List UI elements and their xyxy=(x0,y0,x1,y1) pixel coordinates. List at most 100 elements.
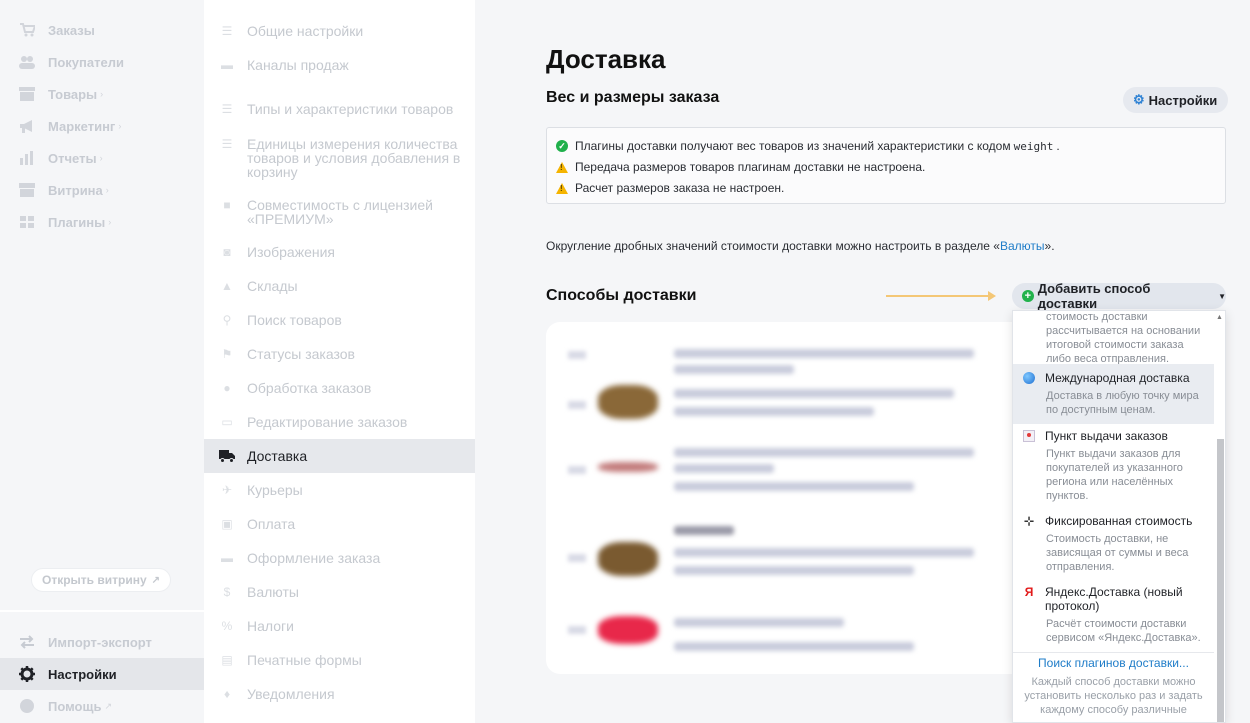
settings-item-product-types[interactable]: ☰ Типы и характеристики товаров xyxy=(204,102,475,116)
nav-label: Заказы xyxy=(48,22,95,38)
list-item[interactable] xyxy=(546,442,1016,502)
blurred-text xyxy=(674,349,974,358)
blurred-text xyxy=(674,464,774,473)
drag-handle-icon[interactable] xyxy=(568,626,586,634)
chevron-right-icon: › xyxy=(105,185,109,195)
percent-icon: % xyxy=(221,619,233,633)
settings-item-payment[interactable]: ▣ Оплата xyxy=(204,517,475,531)
rounding-note: Округление дробных значений стоимости до… xyxy=(546,239,1055,253)
currencies-link[interactable]: Валюты xyxy=(1000,239,1045,253)
cart-icon xyxy=(18,22,36,38)
gear-icon: ⚙ xyxy=(1133,92,1145,107)
chevron-right-icon: › xyxy=(99,153,103,163)
nav-customers[interactable]: Покупатели xyxy=(0,50,204,74)
cart-icon: ▬ xyxy=(221,58,233,72)
dropdown-item-pickup-point[interactable]: Пункт выдачи заказов Пункт выдачи заказо… xyxy=(1013,429,1214,503)
nav-label: Помощь xyxy=(48,698,102,714)
drag-handle-icon[interactable] xyxy=(568,466,586,474)
pointer-arrow xyxy=(886,291,996,301)
external-link-icon: ↗ xyxy=(151,574,161,586)
plus-circle-icon: + xyxy=(1022,290,1034,302)
nav-label: Импорт-экспорт xyxy=(48,634,152,650)
truck-icon xyxy=(219,449,235,463)
method-logo xyxy=(598,385,658,419)
delivery-methods-title: Способы доставки xyxy=(546,287,697,304)
walker-icon: ✈ xyxy=(221,483,233,497)
open-storefront-button[interactable]: Открыть витрину ↗ xyxy=(31,568,172,592)
list-icon: ☰ xyxy=(221,24,233,38)
dropdown-item-yandex[interactable]: Я Яндекс.Доставка (новый протокол) Расчёт… xyxy=(1013,585,1214,645)
dropdown-item-international[interactable]: Международная доставка Доставка в любую … xyxy=(1013,364,1214,424)
blurred-text xyxy=(674,566,914,575)
wallet-icon: ▣ xyxy=(221,517,233,531)
settings-item-order-editing[interactable]: ▭ Редактирование заказов xyxy=(204,415,475,429)
clock-icon: ● xyxy=(223,381,231,395)
settings-item-taxes[interactable]: % Налоги xyxy=(204,619,475,633)
nav-plugins[interactable]: Плагины › xyxy=(0,210,204,234)
cart-icon: ▬ xyxy=(221,551,233,565)
nav-label: Плагины xyxy=(48,214,106,230)
list-item[interactable] xyxy=(546,602,1016,662)
main-sidebar: Заказы Покупатели Товары › Маркетинг › О… xyxy=(0,0,204,723)
settings-item-general[interactable]: ☰ Общие настройки xyxy=(204,24,475,38)
settings-item-product-search[interactable]: ⚲ Поиск товаров xyxy=(204,313,475,327)
weight-code: weight xyxy=(1013,139,1054,153)
dropdown-footer-note: Каждый способ доставки можно установить … xyxy=(1024,676,1203,716)
nav-storefront[interactable]: Витрина › xyxy=(0,178,204,202)
settings-item-currencies[interactable]: $ Валюты xyxy=(204,585,475,599)
list-icon: ☰ xyxy=(221,102,233,116)
weight-section-title: Вес и размеры заказа xyxy=(546,89,720,106)
delivery-methods-list xyxy=(546,322,1016,674)
settings-item-order-statuses[interactable]: ⚑ Статусы заказов xyxy=(204,347,475,361)
dropdown-scrollbar-thumb[interactable] xyxy=(1217,439,1224,722)
drag-handle-icon[interactable] xyxy=(568,554,586,562)
nav-products[interactable]: Товары › xyxy=(0,82,204,106)
search-plugins-link[interactable]: Поиск плагинов доставки... xyxy=(1013,656,1214,670)
dropdown-item-partial[interactable]: стоимость доставки рассчитывается на осн… xyxy=(1013,311,1214,366)
drag-handle-icon[interactable] xyxy=(568,351,586,359)
settings-item-sales-channels[interactable]: ▬ Каналы продаж xyxy=(204,58,475,72)
list-item[interactable] xyxy=(546,522,1016,582)
warning-icon: ! xyxy=(556,182,568,194)
blurred-text xyxy=(674,482,914,491)
nav-help[interactable]: Помощь ↗ xyxy=(0,694,204,718)
add-delivery-method-dropdown[interactable]: стоимость доставки рассчитывается на осн… xyxy=(1012,310,1226,723)
pickup-point-icon xyxy=(1023,430,1035,442)
settings-item-couriers[interactable]: ✈ Курьеры xyxy=(204,483,475,497)
sidebar-divider xyxy=(0,610,204,612)
nav-marketing[interactable]: Маркетинг › xyxy=(0,114,204,138)
scroll-up-icon[interactable]: ▲ xyxy=(1216,314,1223,321)
settings-item-delivery[interactable]: Доставка xyxy=(204,439,475,473)
nav-reports[interactable]: Отчеты › xyxy=(0,146,204,170)
bell-icon: ♦ xyxy=(223,687,231,701)
blurred-text xyxy=(674,407,874,416)
settings-item-warehouses[interactable]: ▲ Склады xyxy=(204,279,475,293)
nav-label: Отчеты xyxy=(48,150,97,166)
list-item[interactable] xyxy=(546,377,1016,437)
nav-settings[interactable]: Настройки xyxy=(0,658,204,690)
drag-handle-icon[interactable] xyxy=(568,401,586,409)
yandex-icon: Я xyxy=(1024,585,1034,599)
settings-item-premium[interactable]: ■ Совместимость с лицензией «ПРЕМИУМ» xyxy=(204,198,475,226)
method-logo xyxy=(598,462,658,472)
nav-import-export[interactable]: Импорт-экспорт xyxy=(0,630,204,654)
settings-item-checkout[interactable]: ▬ Оформление заказа xyxy=(204,551,475,565)
chevron-right-icon: › xyxy=(108,217,112,227)
dropdown-item-fixed-price[interactable]: ⊹ Фиксированная стоимость Стоимость доста… xyxy=(1013,514,1214,574)
notice-size-warning: ! Расчет размеров заказа не настроен. xyxy=(556,181,784,195)
blurred-text xyxy=(674,618,844,627)
box-icon xyxy=(18,86,36,102)
settings-item-units[interactable]: ☰ Единицы измерения количества товаров и … xyxy=(204,137,475,179)
settings-item-order-processing[interactable]: ● Обработка заказов xyxy=(204,381,475,395)
method-logo xyxy=(598,616,658,644)
settings-item-print-forms[interactable]: ▤ Печатные формы xyxy=(204,653,475,667)
chart-icon xyxy=(18,150,36,166)
nav-orders[interactable]: Заказы xyxy=(0,18,204,42)
add-delivery-method-button[interactable]: + Добавить способ доставки ▼ xyxy=(1012,281,1226,311)
settings-button[interactable]: ⚙ Настройки xyxy=(1123,87,1229,113)
settings-item-notifications[interactable]: ♦ Уведомления xyxy=(204,687,475,701)
dollar-icon: $ xyxy=(223,585,231,599)
search-icon: ⚲ xyxy=(222,313,232,327)
help-icon xyxy=(18,698,36,714)
settings-item-images[interactable]: ◙ Изображения xyxy=(204,245,475,259)
